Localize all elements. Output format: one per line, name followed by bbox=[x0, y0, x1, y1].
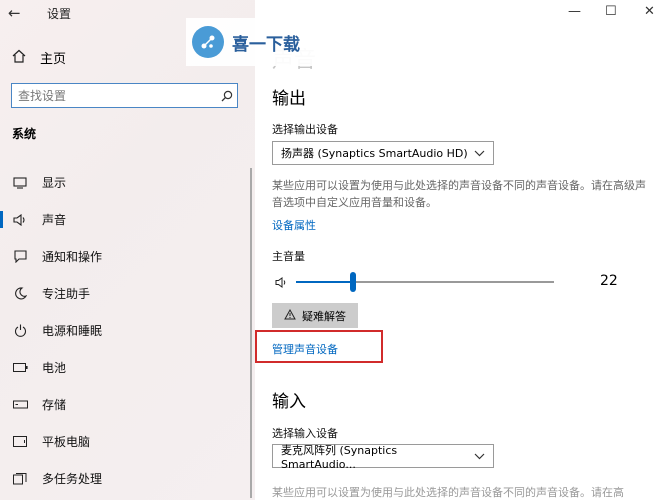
input-description: 某些应用可以设置为使用与此处选择的声音设备不同的声音设备。请在高 bbox=[272, 486, 624, 499]
input-device-select[interactable]: 麦克风阵列 (Synaptics SmartAudio... bbox=[272, 443, 494, 471]
watermark-text: 喜一下载 bbox=[232, 34, 300, 55]
output-device-label: 选择输出设备 bbox=[272, 123, 338, 136]
sidebar-scrollbar[interactable] bbox=[250, 168, 252, 498]
device-properties-link[interactable]: 设备属性 bbox=[272, 217, 316, 233]
sidebar-item-sound[interactable]: 声音 bbox=[0, 201, 255, 238]
input-device-value: 麦克风阵列 (Synaptics SmartAudio... bbox=[281, 443, 398, 471]
sidebar-item-battery[interactable]: 电池 bbox=[0, 349, 255, 386]
storage-icon bbox=[12, 400, 28, 409]
sidebar-item-label: 电源和睡眠 bbox=[42, 324, 103, 338]
home-icon bbox=[12, 49, 28, 67]
search-icon[interactable] bbox=[217, 90, 237, 102]
input-heading: 输入 bbox=[272, 392, 306, 412]
speaker-icon[interactable] bbox=[275, 273, 287, 292]
volume-slider-thumb[interactable] bbox=[349, 272, 356, 292]
volume-slider-fill bbox=[296, 281, 353, 283]
sidebar-nav: 显示 声音 通知和操作 专注助手 电源和睡眠 电池 存储 平板电脑 多任务处理 bbox=[0, 164, 255, 497]
sidebar-item-label: 显示 bbox=[42, 176, 67, 190]
display-icon bbox=[12, 176, 28, 189]
notification-icon bbox=[12, 250, 28, 263]
speaker-icon bbox=[12, 213, 28, 226]
output-heading: 输出 bbox=[272, 89, 306, 109]
sidebar-item-label: 声音 bbox=[42, 213, 67, 227]
tablet-icon bbox=[12, 436, 28, 447]
troubleshoot-button[interactable]: 疑难解答 bbox=[272, 303, 358, 328]
sidebar-item-label: 多任务处理 bbox=[42, 472, 103, 486]
sidebar-home[interactable]: 主页 bbox=[12, 48, 66, 67]
multitask-icon bbox=[12, 472, 28, 485]
back-arrow-icon[interactable]: ← bbox=[8, 4, 21, 22]
output-device-select[interactable]: 扬声器 (Synaptics SmartAudio HD) bbox=[272, 141, 494, 165]
sidebar-item-tablet[interactable]: 平板电脑 bbox=[0, 423, 255, 460]
maximize-button[interactable]: ☐ bbox=[605, 4, 617, 19]
sidebar-item-label: 平板电脑 bbox=[42, 435, 91, 449]
sidebar-item-focus-assist[interactable]: 专注助手 bbox=[0, 275, 255, 312]
master-volume-label: 主音量 bbox=[272, 250, 305, 263]
output-device-value: 扬声器 (Synaptics SmartAudio HD) bbox=[281, 147, 468, 160]
sidebar-item-label: 专注助手 bbox=[42, 287, 91, 301]
sidebar: ← 设置 主页 系统 显示 声音 通知和操作 bbox=[0, 0, 255, 500]
sidebar-item-label: 通知和操作 bbox=[42, 250, 103, 264]
watermark: 喜一下载 bbox=[186, 18, 326, 66]
output-description: 某些应用可以设置为使用与此处选择的声音设备不同的声音设备。请在高级声音选项中自定… bbox=[272, 179, 646, 209]
volume-value: 22 bbox=[600, 273, 618, 289]
sidebar-item-storage[interactable]: 存储 bbox=[0, 386, 255, 423]
close-button[interactable]: ✕ bbox=[644, 4, 655, 19]
moon-icon bbox=[12, 287, 28, 300]
troubleshoot-label: 疑难解答 bbox=[302, 309, 346, 323]
volume-slider[interactable] bbox=[296, 272, 554, 292]
watermark-logo-icon bbox=[192, 26, 224, 58]
sidebar-item-notifications[interactable]: 通知和操作 bbox=[0, 238, 255, 275]
sidebar-item-label: 电池 bbox=[42, 361, 67, 375]
section-label-system: 系统 bbox=[12, 127, 37, 141]
minimize-button[interactable]: — bbox=[568, 4, 581, 19]
sidebar-item-multitasking[interactable]: 多任务处理 bbox=[0, 460, 255, 497]
search-box[interactable] bbox=[11, 83, 238, 108]
manage-sound-devices-link[interactable]: 管理声音设备 bbox=[272, 341, 338, 357]
power-icon bbox=[12, 324, 28, 337]
sidebar-item-display[interactable]: 显示 bbox=[0, 164, 255, 201]
sidebar-item-label: 存储 bbox=[42, 398, 67, 412]
chevron-down-icon bbox=[474, 450, 485, 463]
battery-icon bbox=[12, 363, 28, 372]
input-device-label: 选择输入设备 bbox=[272, 427, 338, 440]
chevron-down-icon bbox=[474, 147, 485, 160]
search-input[interactable] bbox=[16, 87, 217, 104]
app-title: 设置 bbox=[47, 7, 72, 21]
sidebar-item-power-sleep[interactable]: 电源和睡眠 bbox=[0, 312, 255, 349]
sidebar-home-label: 主页 bbox=[40, 52, 67, 67]
warning-icon bbox=[284, 308, 296, 323]
main-content: — ☐ ✕ 声音 输出 选择输出设备 扬声器 (Synaptics SmartA… bbox=[255, 0, 666, 500]
